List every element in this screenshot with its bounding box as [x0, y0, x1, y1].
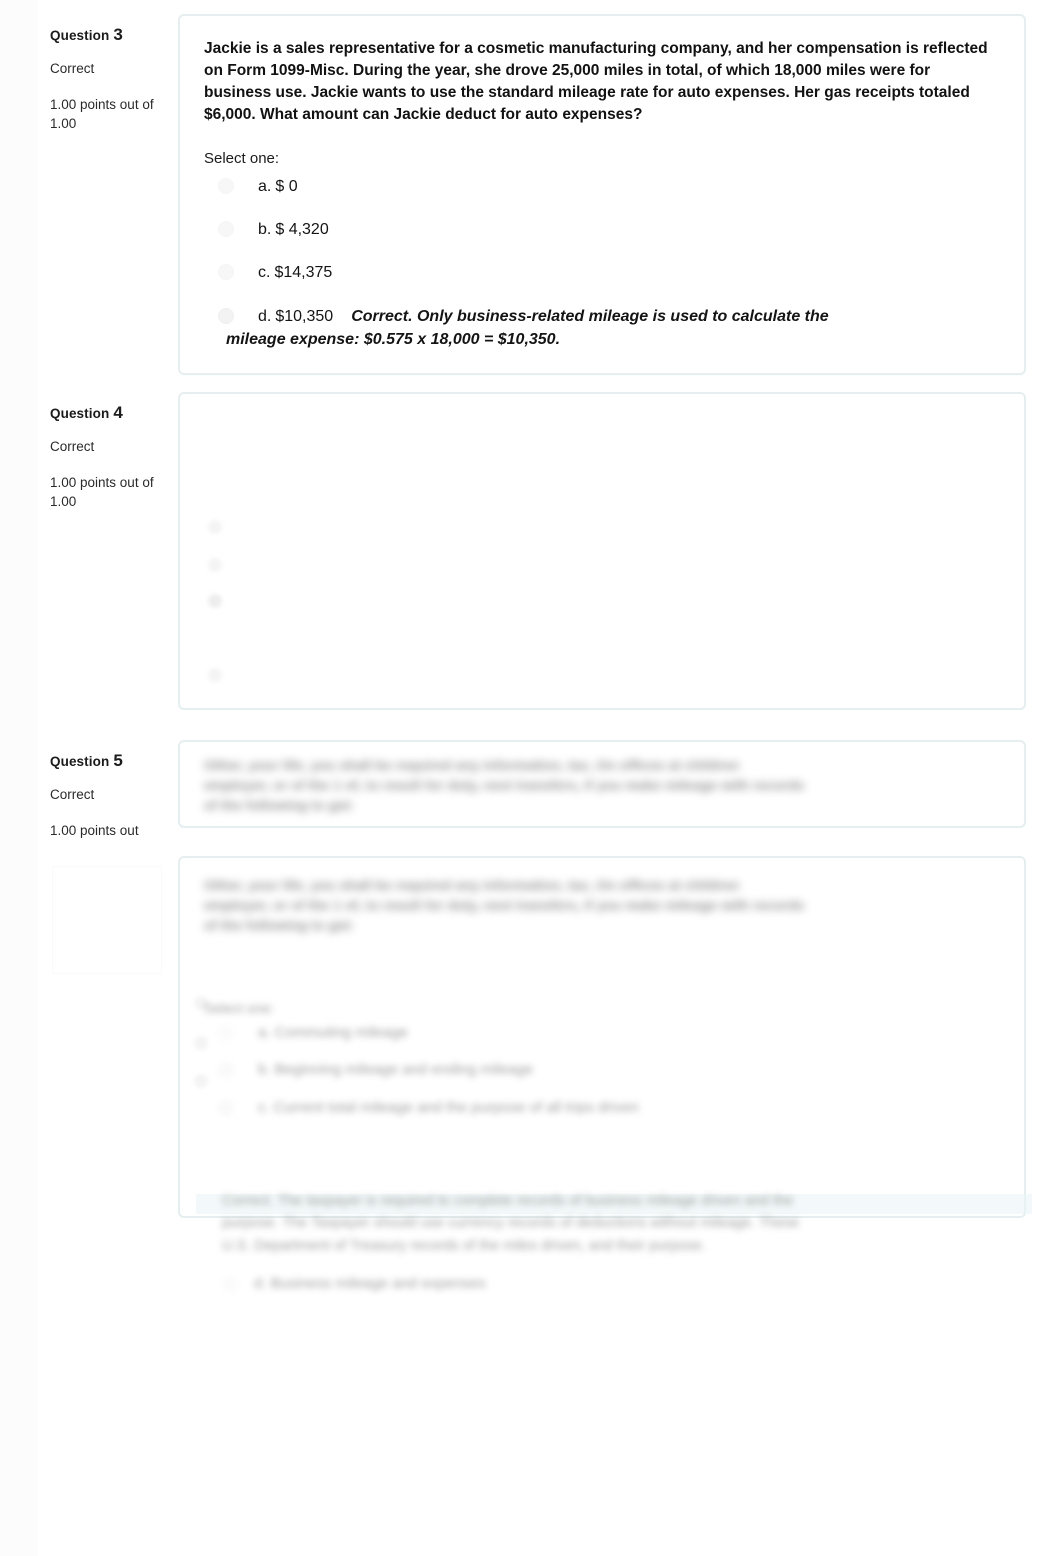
question-label-4: Question 4: [50, 403, 178, 423]
answer-text-a: $ 0: [275, 178, 298, 195]
answer-option-5-a[interactable]: a. Commuting mileage: [204, 1022, 996, 1044]
question-info-5-body: [38, 856, 178, 868]
answer-option-c[interactable]: c. $14,375: [204, 261, 988, 284]
question-grade-5: 1.00 points out: [50, 822, 139, 838]
question-5-feedback-spill: Correct. The taxpayer is required to com…: [222, 1190, 1012, 1295]
question-text-5-line2: employer, or of the 1 of, to result for …: [204, 776, 805, 793]
answer-option-5-b[interactable]: b. Beginning mileage and ending mileage: [204, 1059, 996, 1081]
answer-option-5-d[interactable]: d. Business mileage and expenses: [222, 1273, 1012, 1295]
answer-text-5-c: Current total mileage and the purpose of…: [273, 1099, 639, 1117]
answer-letter-a: a.: [258, 178, 272, 195]
question-info-5: Question 5 Correct 1.00 points out: [38, 740, 178, 841]
question-body-5-line2: employer, or of the 1 of, to result for …: [204, 896, 805, 913]
answer-option-5-c[interactable]: c. Current total mileage and the purpose …: [204, 1097, 996, 1119]
radio-icon-c[interactable]: [218, 264, 234, 281]
question-grade-4: 1.00 points out of 1.00: [50, 474, 154, 510]
question-text-5-line3: of the following to get:: [204, 796, 355, 813]
answer-text-c: $14,375: [274, 264, 333, 282]
radio-icon-5-c[interactable]: [218, 1100, 234, 1117]
question-text-5-line1: Other, your life, you shall be required …: [204, 757, 740, 773]
answer-letter-5-d: d.: [254, 1275, 267, 1293]
question-number-4: 4: [113, 403, 123, 422]
page-left-gutter: [0, 0, 38, 1556]
answer-option-d[interactable]: d. $10,350 Correct. Only business-related …: [204, 305, 988, 351]
question-state-3: Correct: [50, 60, 95, 76]
radio-icon-a[interactable]: [218, 178, 234, 194]
question-number-3: 3: [113, 25, 123, 44]
question-block-3: Question 3 Correct 1.00 points out of 1.0…: [38, 14, 1026, 375]
radio-icon-b[interactable]: [218, 221, 234, 238]
answer-feedback-line2: mileage expense: $0.575 x 18,000 = $10,3…: [226, 330, 561, 348]
answer-text-b: $ 4,320: [275, 221, 329, 239]
question-state-4: Correct: [50, 438, 95, 454]
question-body-5-line1: Other, your life, you shall be required …: [204, 877, 740, 893]
question-info-3: Question 3 Correct 1.00 points out of 1.0…: [38, 14, 178, 134]
radio-icon-5-d[interactable]: [222, 1276, 238, 1293]
question-text-3: Jackie is a sales representative for a c…: [204, 40, 988, 123]
select-one-label-3: Select one:: [204, 150, 280, 167]
question-grade-3: 1.00 points out of 1.00: [50, 96, 154, 132]
answer-letter-b: b.: [258, 221, 272, 239]
answer-feedback-line1: Correct. Only business-related mileage i…: [351, 307, 829, 325]
question-block-5: Question 5 Correct 1.00 points out Other,…: [38, 740, 1026, 841]
question-state-5: Correct: [50, 786, 95, 802]
question-card-5-body: Other, your life, you shall be required …: [178, 856, 1026, 1218]
radio-icon-q4-b[interactable]: [208, 558, 222, 572]
select-one-label-5: Select one:: [204, 999, 275, 1016]
radio-icon-q4-c[interactable]: [208, 594, 222, 608]
answer-text-5-a: Commuting mileage: [274, 1023, 408, 1041]
question-label-text-3: Question: [50, 28, 110, 43]
answer-letter-c: c.: [258, 264, 271, 282]
question-body-5-line3: of the following to get:: [204, 916, 355, 933]
question-label-text-5: Question: [50, 754, 110, 769]
radio-icon-5-a[interactable]: [218, 1024, 234, 1041]
radio-icon-q4-a[interactable]: [208, 520, 222, 534]
radio-icon-5-b[interactable]: [218, 1062, 234, 1079]
question-label-5: Question 5: [50, 751, 178, 771]
quiz-review-page: Question 3 Correct 1.00 points out of 1.0…: [0, 0, 1062, 1556]
answer-text-d: $10,350: [275, 307, 334, 325]
answer-list-5: a. Commuting mileage b. Beginning mileage …: [204, 1022, 996, 1119]
feedback-5-line3: U.S. Department of Treasury records of t…: [222, 1237, 706, 1254]
answer-text-5-d: Business mileage and expenses: [270, 1275, 486, 1293]
question-block-5-body: Other, your life, you shall be required …: [38, 856, 1026, 1218]
radio-icon-d[interactable]: [218, 307, 234, 324]
answer-list-3: a. $ 0 b. $ 4,320 c. $14,375 d. $10,350 Corre…: [204, 175, 988, 351]
question-number-5: 5: [113, 751, 123, 770]
question-card-3: Jackie is a sales representative for a c…: [178, 14, 1026, 375]
radio-icon-q4-d[interactable]: [208, 668, 222, 682]
answer-letter-5-c: c.: [258, 1099, 270, 1117]
question-label-text-4: Question: [50, 406, 110, 421]
question-label-3: Question 3: [50, 25, 178, 45]
question-block-4: Question 4 Correct 1.00 points out of 1.0…: [38, 392, 1026, 710]
answer-text-5-b: Beginning mileage and ending mileage: [274, 1061, 534, 1079]
answer-option-b[interactable]: b. $ 4,320: [204, 218, 988, 241]
feedback-5-line2: purpose. The Taxpayer should use currenc…: [222, 1215, 800, 1232]
answer-letter-5-b: b.: [258, 1061, 271, 1079]
answer-letter-d: d.: [258, 307, 272, 325]
answer-option-a[interactable]: a. $ 0: [204, 175, 988, 198]
question-info-4: Question 4 Correct 1.00 points out of 1.0…: [38, 392, 178, 512]
answer-letter-5-a: a.: [258, 1023, 271, 1041]
feedback-5-line1: Correct. The taxpayer is required to com…: [222, 1193, 794, 1209]
question-card-5: Other, your life, you shall be required …: [178, 740, 1026, 828]
question-card-4: [178, 392, 1026, 710]
